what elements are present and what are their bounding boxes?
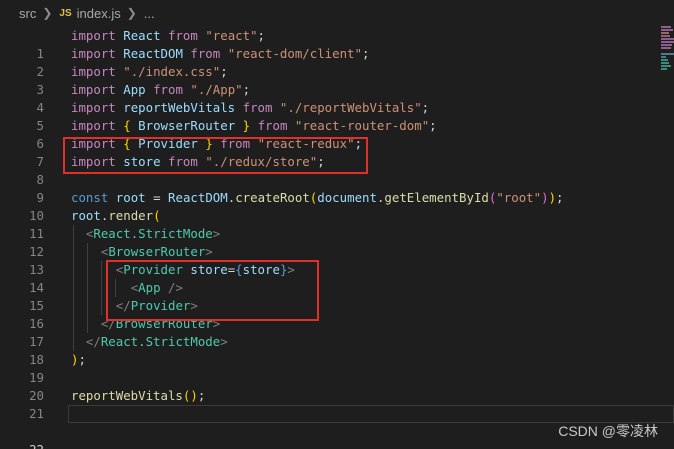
code-line: 3 import "./index.css"; [0, 63, 674, 97]
code-line: 10 const root = ReactDOM.createRoot(docu… [0, 189, 674, 223]
code-line: 20 [0, 369, 674, 403]
breadcrumb: src ❯ JS index.js ❯ ... [0, 0, 674, 26]
code-text: import React from "react"; [71, 28, 266, 43]
code-line: 2 import ReactDOM from "react-dom/client… [0, 45, 674, 79]
chevron-right-icon: ❯ [42, 6, 53, 20]
code-text: </React.StrictMode> [85, 334, 228, 349]
code-text: import reportWebVitals from "./reportWeb… [71, 100, 430, 115]
highlight-box-provider [106, 260, 319, 321]
code-text: import ReactDOM from "react-dom/client"; [71, 46, 370, 61]
code-line: 1 import React from "react"; [0, 27, 674, 61]
code-line: 16 </Provider> [0, 297, 674, 331]
code-line: 17 </BrowserRouter> [0, 315, 674, 349]
code-text: import "./index.css"; [71, 64, 228, 79]
breadcrumb-folder[interactable]: src [19, 6, 36, 21]
code-text: <React.StrictMode> [85, 226, 221, 241]
code-text: ); [71, 352, 86, 367]
code-line: 5 import reportWebVitals from "./reportW… [0, 99, 674, 133]
code-text: <BrowserRouter> [100, 244, 213, 259]
line-number: 22 [0, 441, 44, 449]
code-line: 19 ); [0, 351, 674, 385]
code-line: 6 import { BrowserRouter } from "react-r… [0, 117, 674, 151]
code-line: 18 </React.StrictMode> [0, 333, 674, 367]
breadcrumb-symbol[interactable]: ... [144, 6, 155, 21]
highlight-box-imports [63, 137, 368, 174]
chevron-right-icon: ❯ [126, 6, 137, 20]
code-text: import { BrowserRouter } from "react-rou… [71, 118, 437, 133]
code-text: root.render( [71, 208, 161, 223]
code-line: 14 <Provider store={store}> [0, 261, 674, 295]
code-text: const root = ReactDOM.createRoot(documen… [71, 190, 564, 205]
code-text: import App from "./App"; [71, 82, 251, 97]
code-line: 4 import App from "./App"; [0, 81, 674, 115]
breadcrumb-file[interactable]: index.js [77, 6, 121, 21]
minimap[interactable] [661, 26, 674, 72]
code-line: 21 reportWebVitals(); [0, 387, 674, 421]
code-line: 12 <React.StrictMode> [0, 225, 674, 259]
code-line: 13 <BrowserRouter> [0, 243, 674, 277]
javascript-file-icon: JS [59, 7, 72, 19]
code-text: reportWebVitals(); [71, 388, 206, 403]
code-line: 15 <App /> [0, 279, 674, 313]
code-line: 11 root.render( [0, 207, 674, 241]
watermark: CSDN @零凌林 [558, 423, 658, 439]
code-editor[interactable]: 1 import React from "react"; 2 import Re… [0, 27, 674, 449]
